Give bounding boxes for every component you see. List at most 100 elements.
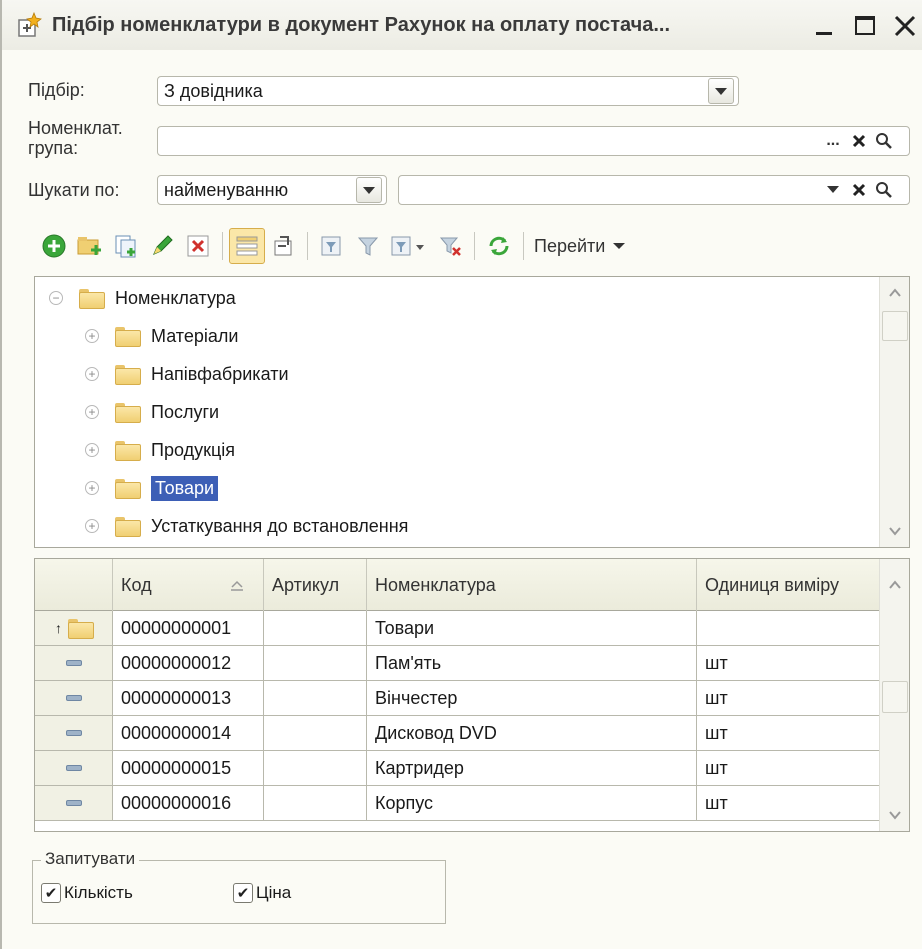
article-cell: [264, 751, 367, 785]
group-search-icon[interactable]: [872, 128, 896, 154]
selection-label: Підбір:: [28, 80, 85, 100]
group-input[interactable]: [157, 126, 910, 156]
folder-icon: [115, 403, 141, 423]
title-bar[interactable]: Підбір номенклатури в документ Рахунок н…: [2, 0, 922, 50]
copy-icon[interactable]: [108, 228, 144, 264]
items-table[interactable]: Код Артикул Номенклатура Одиниця виміру …: [34, 558, 910, 832]
table-row[interactable]: 00000000015 Картридер шт: [35, 751, 881, 786]
edit-icon[interactable]: [144, 228, 180, 264]
form-icon: [16, 11, 44, 39]
unit-cell: шт: [697, 716, 881, 750]
checkbox-check-icon[interactable]: ✔: [41, 883, 61, 903]
selection-window: Підбір номенклатури в документ Рахунок н…: [0, 0, 922, 949]
column-header-code[interactable]: Код: [113, 559, 264, 611]
level-up-icon[interactable]: [265, 228, 301, 264]
scroll-thumb[interactable]: [882, 681, 908, 713]
quantity-checkbox[interactable]: ✔ Кількість: [41, 883, 133, 903]
delete-icon[interactable]: [180, 228, 216, 264]
code-cell: 00000000013: [113, 681, 264, 715]
tree-item-label: Послуги: [151, 401, 220, 422]
hierarchy-toggle-icon[interactable]: [229, 228, 265, 264]
column-header-unit[interactable]: Одиниця виміру: [697, 559, 881, 611]
table-row[interactable]: 00000000012 Пам'ять шт: [35, 646, 881, 681]
column-header-article[interactable]: Артикул: [264, 559, 367, 611]
name-cell: Картридер: [367, 751, 697, 785]
code-cell: 00000000016: [113, 786, 264, 820]
article-cell: [264, 716, 367, 750]
price-checkbox[interactable]: ✔ Ціна: [233, 883, 291, 903]
collapse-icon[interactable]: −: [49, 291, 63, 305]
tree-scrollbar[interactable]: [879, 277, 909, 547]
unit-cell: шт: [697, 681, 881, 715]
filter-history-icon[interactable]: [386, 228, 432, 264]
group-choose-button[interactable]: ...: [820, 128, 846, 154]
expand-icon[interactable]: +: [85, 443, 99, 457]
request-groupbox: Запитувати ✔ Кількість ✔ Ціна: [32, 849, 446, 924]
scroll-thumb[interactable]: [882, 311, 908, 341]
selection-dropdown-button[interactable]: [708, 78, 734, 104]
search-by-dropdown-button[interactable]: [356, 177, 382, 203]
row-type-cell: [35, 751, 113, 785]
folder-icon: [115, 365, 141, 385]
item-icon: [65, 730, 82, 736]
refresh-icon[interactable]: [481, 228, 517, 264]
tree-item[interactable]: + Продукція: [85, 435, 235, 465]
search-clear-icon[interactable]: [848, 177, 870, 203]
maximize-button[interactable]: [852, 14, 878, 38]
expand-icon[interactable]: +: [85, 405, 99, 419]
expand-icon[interactable]: +: [85, 367, 99, 381]
filter-icon[interactable]: [350, 228, 386, 264]
tree-item[interactable]: + Матеріали: [85, 321, 238, 351]
clear-filter-icon[interactable]: [432, 228, 468, 264]
unit-cell: шт: [697, 646, 881, 680]
name-cell: Вінчестер: [367, 681, 697, 715]
tree-item[interactable]: + Послуги: [85, 397, 219, 427]
checkbox-check-icon[interactable]: ✔: [233, 883, 253, 903]
close-button[interactable]: [892, 14, 918, 38]
search-icon[interactable]: [872, 177, 896, 203]
column-header-name[interactable]: Номенклатура: [367, 559, 697, 611]
table-row[interactable]: 00000000013 Вінчестер шт: [35, 681, 881, 716]
row-type-cell: [35, 716, 113, 750]
search-dropdown-icon[interactable]: [820, 177, 846, 203]
name-cell: Пам'ять: [367, 646, 697, 680]
folder-icon: [115, 441, 141, 461]
tree-item[interactable]: + Напівфабрикати: [85, 359, 289, 389]
scroll-down-icon[interactable]: [883, 519, 907, 543]
toolbar-separator: [222, 232, 223, 260]
go-to-menu[interactable]: Перейти: [534, 236, 627, 257]
expand-icon[interactable]: +: [85, 329, 99, 343]
tree-root-label: Номенклатура: [115, 287, 236, 308]
tree-item[interactable]: + Устаткування до встановлення: [85, 511, 408, 541]
sort-icon: [231, 580, 243, 591]
scroll-up-icon[interactable]: [883, 573, 907, 597]
selection-select[interactable]: З довідника: [157, 76, 739, 106]
table-row-group[interactable]: ↑ 00000000001 Товари: [35, 611, 881, 646]
toolbar-separator: [523, 232, 524, 260]
filter-settings-icon[interactable]: [314, 228, 350, 264]
expand-icon[interactable]: +: [85, 519, 99, 533]
table-row[interactable]: 00000000016 Корпус шт: [35, 786, 881, 821]
search-by-select[interactable]: найменуванню: [157, 175, 387, 205]
table-scrollbar[interactable]: [879, 559, 909, 831]
row-type-cell: [35, 681, 113, 715]
scroll-down-icon[interactable]: [883, 803, 907, 827]
group-tree[interactable]: − Номенклатура + Матеріали + Напівфабрик…: [34, 276, 910, 548]
name-cell: Товари: [367, 611, 697, 645]
column-header-type[interactable]: [35, 559, 113, 611]
minimize-button[interactable]: [812, 14, 838, 38]
folder-icon: [79, 289, 105, 309]
tree-item-selected[interactable]: + Товари: [85, 473, 219, 503]
code-cell: 00000000001: [113, 611, 264, 645]
request-legend: Запитувати: [41, 849, 140, 869]
selection-value: З довідника: [164, 80, 263, 101]
add-icon[interactable]: [36, 228, 72, 264]
add-group-icon[interactable]: [72, 228, 108, 264]
expand-icon[interactable]: +: [85, 481, 99, 495]
tree-root[interactable]: − Номенклатура: [49, 283, 236, 313]
scroll-up-icon[interactable]: [883, 281, 907, 305]
item-icon: [65, 765, 82, 771]
table-row[interactable]: 00000000014 Дисковод DVD шт: [35, 716, 881, 751]
up-arrow-icon: ↑: [55, 620, 62, 636]
group-clear-icon[interactable]: [848, 128, 870, 154]
